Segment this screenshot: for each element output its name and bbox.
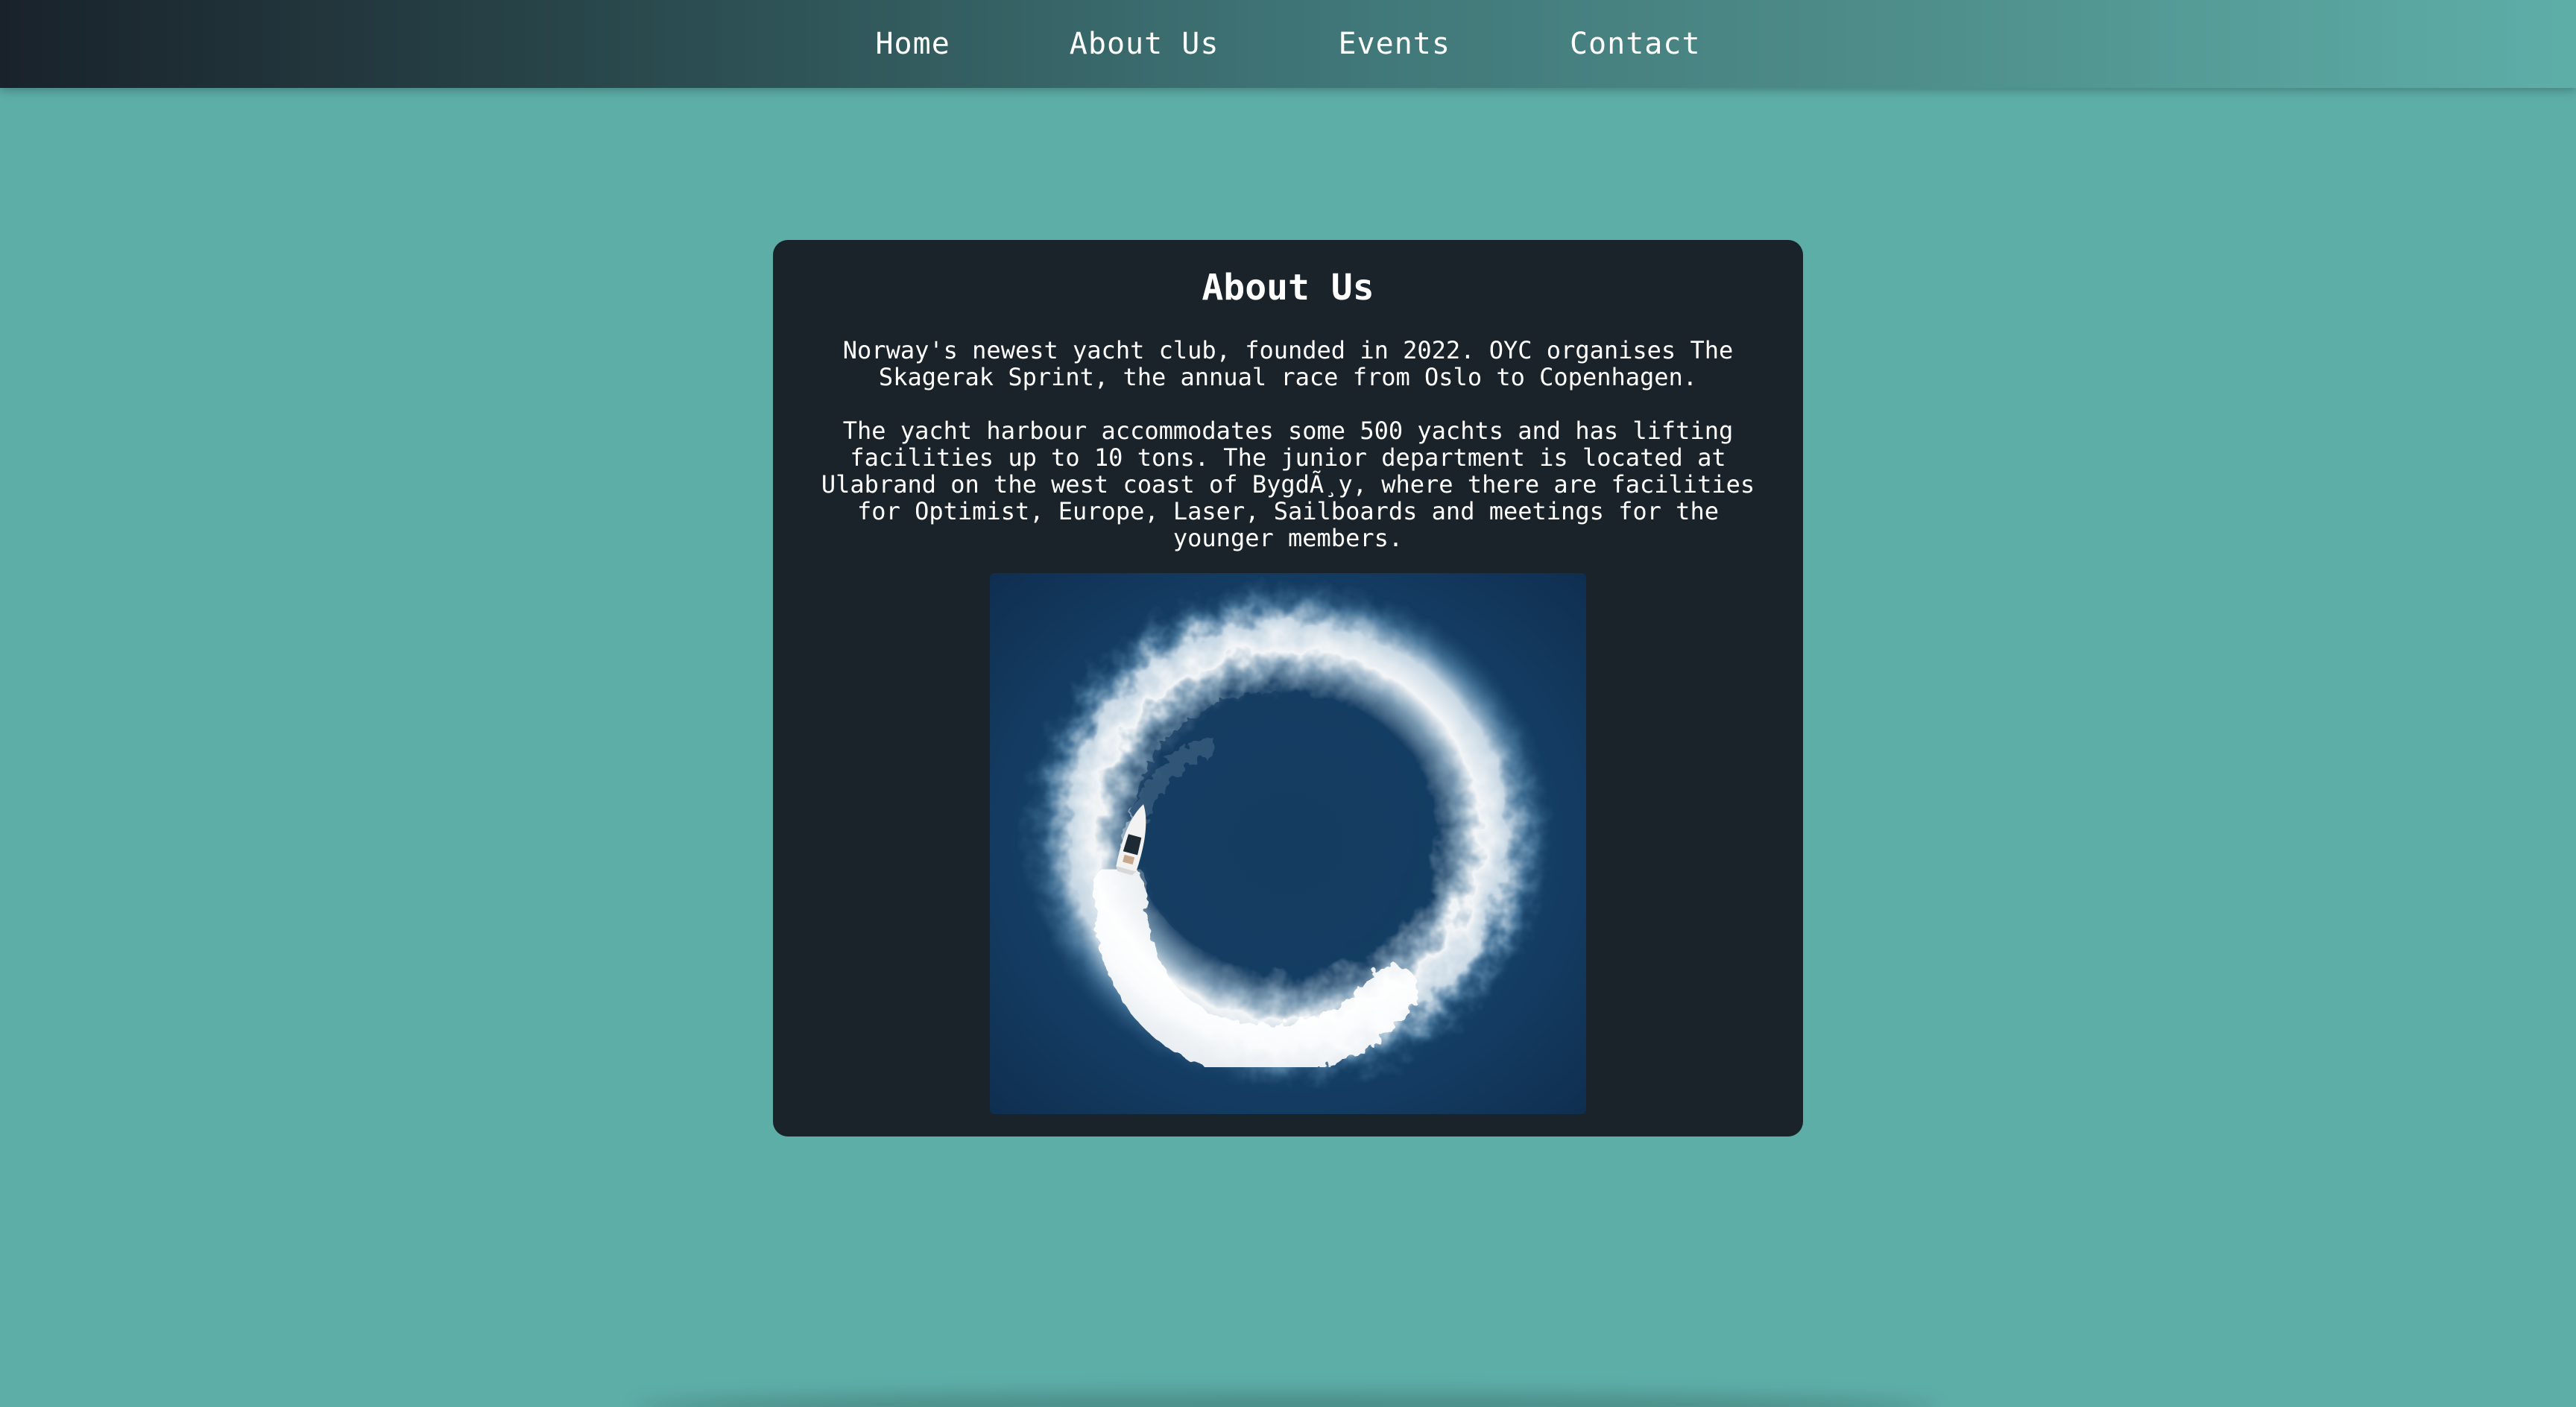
about-paragraph-1: Norway's newest yacht club, founded in 2… [842, 336, 1734, 391]
top-navbar: Home About Us Events Contact [0, 0, 2576, 88]
nav-item-home[interactable]: Home [875, 0, 950, 88]
nav-item-about-us[interactable]: About Us [1070, 0, 1219, 88]
nav-item-contact[interactable]: Contact [1570, 0, 1701, 88]
about-paragraph-2: The yacht harbour accommodates some 500 … [821, 417, 1755, 552]
nav-menu: Home About Us Events Contact [0, 0, 2576, 88]
nav-item-events[interactable]: Events [1338, 0, 1450, 88]
about-card: About Us Norway's newest yacht club, fou… [773, 240, 1803, 1136]
yacht-circle-photo [990, 573, 1586, 1114]
bottom-shadow [634, 1392, 1938, 1407]
about-title: About Us [1202, 267, 1374, 309]
